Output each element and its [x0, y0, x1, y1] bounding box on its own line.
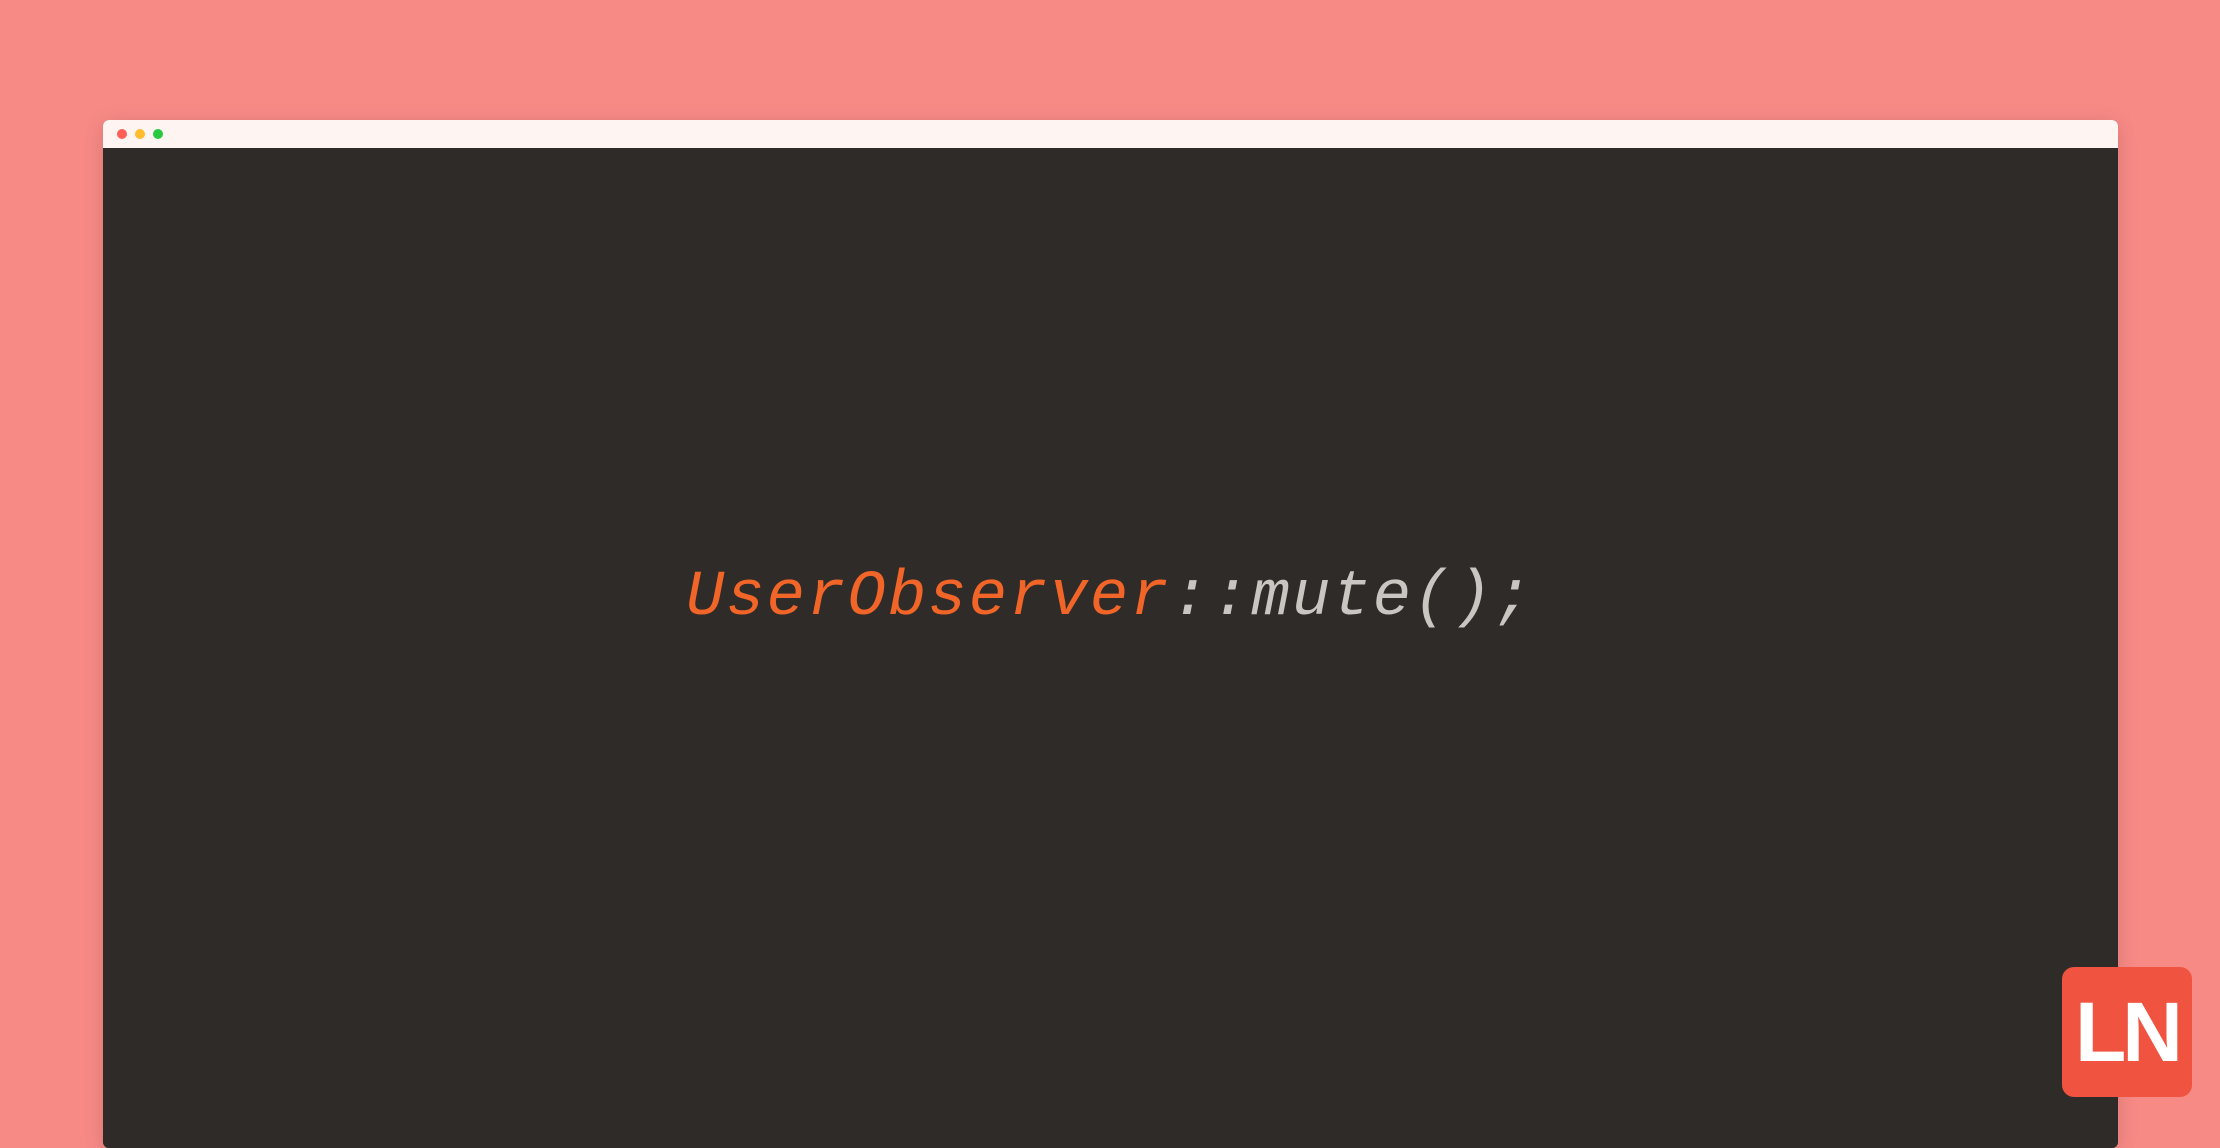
maximize-icon[interactable] [153, 129, 163, 139]
terminal-window: UserObserver::mute(); [103, 120, 2118, 1148]
close-icon[interactable] [117, 129, 127, 139]
logo-text: LN [2075, 990, 2179, 1074]
code-class-name: UserObserver [686, 562, 1171, 634]
minimize-icon[interactable] [135, 129, 145, 139]
terminal-body: UserObserver::mute(); [103, 148, 2118, 1148]
brand-logo: LN [2062, 967, 2192, 1097]
code-snippet: UserObserver::mute(); [686, 562, 1535, 634]
code-method-call: ::mute(); [1171, 562, 1535, 634]
window-title-bar [103, 120, 2118, 148]
